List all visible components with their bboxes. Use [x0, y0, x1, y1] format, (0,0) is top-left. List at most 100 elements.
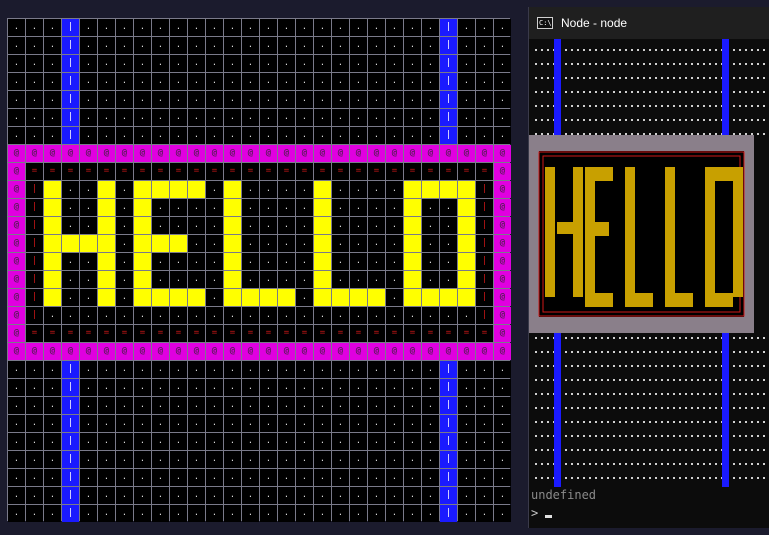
console-dot: [583, 77, 585, 79]
empty-cell: .: [134, 451, 151, 468]
pillar-cell: |: [62, 433, 79, 450]
console-dot: [715, 105, 717, 107]
empty-cell: .: [368, 73, 385, 90]
border-cell: @: [476, 145, 493, 162]
console-dot: [679, 449, 681, 451]
console-dot: [685, 351, 687, 353]
empty-cell: .: [116, 469, 133, 486]
border-cell: @: [26, 343, 43, 360]
console-dot: [589, 435, 591, 437]
console-dot: [733, 449, 735, 451]
console-dot: [757, 421, 759, 423]
empty-cell: .: [260, 469, 277, 486]
console-dot: [679, 77, 681, 79]
console-dot: [535, 337, 537, 339]
console-dot: [655, 119, 657, 121]
console-title-bar[interactable]: C:\ Node - node: [529, 7, 769, 39]
empty-cell: .: [476, 433, 493, 450]
console-dot: [643, 407, 645, 409]
console-dot: [535, 133, 537, 135]
empty-cell: .: [98, 397, 115, 414]
console-dot: [577, 91, 579, 93]
frame-cell: =: [170, 325, 187, 342]
frame-cell: =: [458, 163, 475, 180]
console-dot: [577, 49, 579, 51]
console-dot: [619, 463, 621, 465]
console-dot: [565, 449, 567, 451]
empty-cell: .: [26, 469, 43, 486]
empty-cell: .: [296, 505, 313, 522]
pillar-cell: |: [62, 379, 79, 396]
empty-cell: .: [134, 487, 151, 504]
console-dot: [685, 463, 687, 465]
console-dot: [673, 49, 675, 51]
letter-cell: [314, 235, 331, 252]
console-dot: [619, 133, 621, 135]
pillar-cell: |: [62, 397, 79, 414]
console-dot: [625, 365, 627, 367]
console-dot: [541, 379, 543, 381]
console-dot: [565, 105, 567, 107]
empty-cell: .: [188, 271, 205, 288]
frame-cell: =: [134, 163, 151, 180]
console-dot: [637, 379, 639, 381]
empty-cell: .: [296, 433, 313, 450]
console-dot: [751, 421, 753, 423]
frame-cell: |: [26, 181, 43, 198]
empty-cell: .: [278, 181, 295, 198]
border-cell: @: [260, 343, 277, 360]
console-dot: [619, 449, 621, 451]
console-dot: [535, 91, 537, 93]
console-pillar: [722, 39, 729, 135]
console-dot: [625, 133, 627, 135]
empty-cell: .: [188, 19, 205, 36]
empty-cell: .: [350, 37, 367, 54]
empty-cell: .: [224, 469, 241, 486]
border-cell: @: [152, 343, 169, 360]
console-dot: [565, 77, 567, 79]
empty-cell: .: [206, 55, 223, 72]
empty-cell: .: [80, 37, 97, 54]
console-dot: [637, 91, 639, 93]
console-dot: [703, 337, 705, 339]
border-cell: @: [494, 181, 511, 198]
empty-cell: .: [8, 19, 25, 36]
empty-cell: .: [188, 469, 205, 486]
empty-cell: .: [368, 181, 385, 198]
console-dot: [595, 91, 597, 93]
console-dot: [601, 365, 603, 367]
empty-cell: .: [224, 415, 241, 432]
console-dot: [691, 49, 693, 51]
console-dot: [589, 379, 591, 381]
empty-cell: .: [224, 379, 241, 396]
empty-cell: .: [242, 55, 259, 72]
border-cell: @: [8, 145, 25, 162]
console-dot: [571, 91, 573, 93]
console-dot: [619, 337, 621, 339]
console-dot: [571, 477, 573, 479]
frame-cell: |: [476, 307, 493, 324]
empty-cell: .: [314, 307, 331, 324]
empty-cell: .: [368, 253, 385, 270]
empty-cell: .: [44, 451, 61, 468]
console-dot: [751, 105, 753, 107]
console-dot: [715, 477, 717, 479]
console-dot: [751, 91, 753, 93]
console-prompt[interactable]: >: [531, 506, 538, 520]
frame-cell: =: [332, 163, 349, 180]
console-dot: [607, 435, 609, 437]
empty-cell: .: [332, 487, 349, 504]
empty-cell: .: [26, 415, 43, 432]
empty-cell: .: [260, 37, 277, 54]
node-console-window[interactable]: C:\ Node - node undefined >: [528, 7, 769, 528]
empty-cell: .: [80, 181, 97, 198]
empty-cell: .: [260, 91, 277, 108]
console-dot: [643, 91, 645, 93]
empty-cell: .: [206, 361, 223, 378]
empty-cell: .: [152, 307, 169, 324]
empty-cell: .: [116, 361, 133, 378]
console-dot: [571, 421, 573, 423]
console-dot: [535, 435, 537, 437]
console-dot: [661, 133, 663, 135]
console-dot: [601, 393, 603, 395]
